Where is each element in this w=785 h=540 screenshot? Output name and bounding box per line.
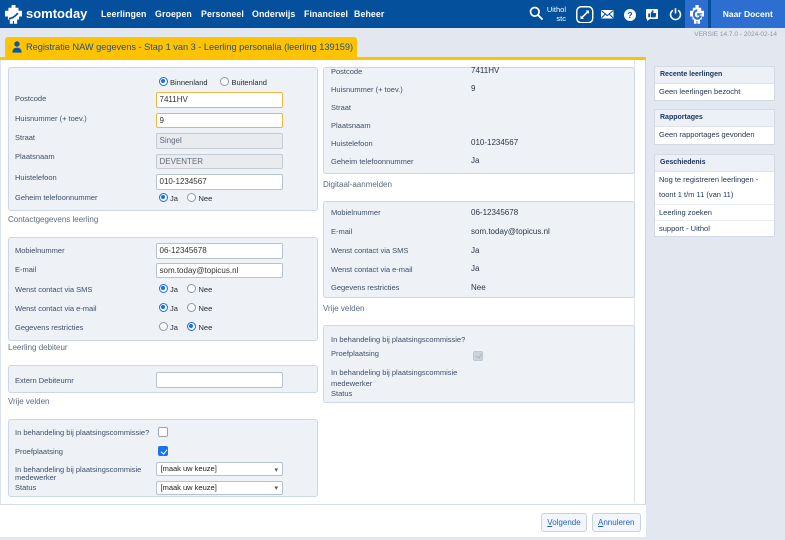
svg-text:?: ?: [627, 10, 632, 20]
